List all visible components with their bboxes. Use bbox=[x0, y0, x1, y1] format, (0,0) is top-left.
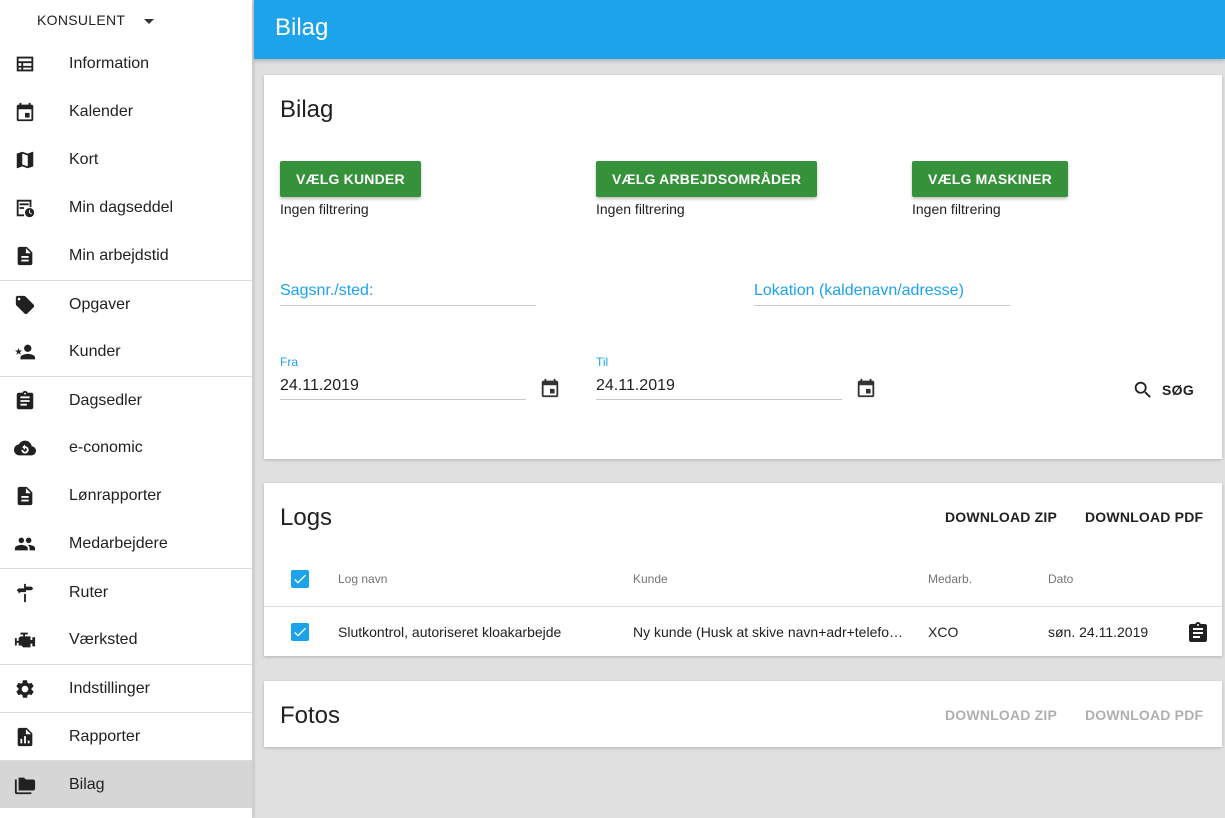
clipboard-icon bbox=[14, 390, 36, 412]
calendar-icon[interactable] bbox=[855, 377, 877, 399]
sidebar-item-label: Rapporter bbox=[69, 727, 141, 745]
search-button[interactable]: SØG bbox=[1132, 378, 1194, 402]
from-date-label: Fra bbox=[280, 355, 298, 369]
download-pdf-button[interactable]: DOWNLOAD PDF bbox=[1085, 707, 1203, 723]
select-work-areas-button[interactable]: VÆLG ARBEJDSOMRÅDER bbox=[596, 161, 818, 197]
calendar-icon[interactable] bbox=[539, 377, 561, 399]
from-date-value: 24.11.2019 bbox=[280, 377, 359, 394]
sidebar-item-label: Min arbejdstid bbox=[69, 247, 169, 264]
sidebar-item-label: Min dagseddel bbox=[69, 199, 174, 216]
sidebar-item-rapporter[interactable]: Rapporter bbox=[0, 712, 252, 760]
download-pdf-button[interactable]: DOWNLOAD PDF bbox=[1085, 509, 1203, 525]
select-customers-button[interactable]: VÆLG KUNDER bbox=[280, 161, 421, 197]
download-zip-button[interactable]: DOWNLOAD ZIP bbox=[945, 509, 1057, 525]
sidebar-item-label: Information bbox=[69, 55, 150, 72]
sidebar-item-medarbejdere[interactable]: Medarbejdere bbox=[0, 520, 252, 568]
select-all-checkbox[interactable] bbox=[291, 570, 309, 588]
sidebar-item-label: Lønrapporter bbox=[69, 487, 162, 504]
date-cell: søn. 24.11.2019 bbox=[1048, 624, 1149, 640]
sidebar-item-information[interactable]: Information bbox=[0, 40, 252, 88]
sidebar-item-label: Medarbejdere bbox=[69, 535, 168, 552]
from-date-field[interactable]: 24.11.2019 bbox=[280, 373, 526, 400]
case-number-label: Sagsnr./sted: bbox=[280, 282, 374, 299]
sidebar-item-label: Værksted bbox=[69, 631, 138, 648]
map-icon bbox=[14, 149, 36, 171]
check-icon bbox=[294, 627, 306, 637]
report-chart-icon bbox=[14, 726, 36, 748]
tags-icon bbox=[14, 294, 36, 316]
sidebar-item-min-dagseddel[interactable]: Min dagseddel bbox=[0, 184, 252, 232]
engine-icon bbox=[14, 629, 36, 651]
photos-card: Fotos DOWNLOAD ZIP DOWNLOAD PDF bbox=[264, 681, 1222, 747]
signpost-icon bbox=[14, 582, 36, 604]
sidebar-item-vaerksted[interactable]: Værksted bbox=[0, 616, 252, 664]
to-date-value: 24.11.2019 bbox=[596, 377, 675, 394]
sidebar-item-label: Opgaver bbox=[69, 295, 131, 313]
cloud-sync-icon bbox=[14, 437, 36, 459]
people-icon bbox=[14, 533, 36, 555]
calendar-icon bbox=[14, 101, 36, 123]
to-date-label: Til bbox=[596, 355, 609, 369]
sidebar-item-min-arbejdstid[interactable]: Min arbejdstid bbox=[0, 232, 252, 280]
sidebar-item-label: Kunder bbox=[69, 343, 121, 360]
customers-filter-status: Ingen filtrering bbox=[280, 201, 369, 217]
sidebar-item-label: e-conomic bbox=[69, 439, 143, 456]
sidebar-item-label: Kalender bbox=[69, 103, 134, 120]
role-selector[interactable]: KONSULENT bbox=[0, 0, 252, 40]
download-zip-button[interactable]: DOWNLOAD ZIP bbox=[945, 707, 1057, 723]
customer-cell: Ny kunde (Husk at skive navn+adr+telefo… bbox=[633, 624, 904, 640]
caret-down-icon bbox=[144, 18, 155, 24]
sidebar-item-e-conomic[interactable]: e-conomic bbox=[0, 424, 252, 472]
sidebar-item-label: Bilag bbox=[69, 775, 105, 793]
starred-person-icon bbox=[14, 341, 36, 363]
row-checkbox[interactable] bbox=[291, 623, 309, 641]
divider bbox=[264, 606, 1222, 607]
column-header-date[interactable]: Dato bbox=[1048, 572, 1073, 586]
search-icon bbox=[1134, 381, 1151, 398]
gear-icon bbox=[14, 678, 36, 700]
card-title: Bilag bbox=[280, 96, 334, 123]
column-header-log-name[interactable]: Log navn bbox=[338, 572, 387, 586]
search-button-label: SØG bbox=[1162, 382, 1195, 398]
folder-icon bbox=[14, 774, 36, 796]
logs-card: Logs DOWNLOAD ZIP DOWNLOAD PDF Log navn … bbox=[264, 483, 1222, 656]
document-icon bbox=[14, 485, 36, 507]
sidebar-item-label: Dagsedler bbox=[69, 391, 142, 409]
employee-cell: XCO bbox=[928, 624, 959, 640]
sidebar-item-kort[interactable]: Kort bbox=[0, 136, 252, 184]
sidebar-item-kalender[interactable]: Kalender bbox=[0, 88, 252, 136]
work-areas-filter-status: Ingen filtrering bbox=[596, 201, 685, 217]
log-name-cell: Slutkontrol, autoriseret kloakarbejde bbox=[338, 624, 562, 640]
case-number-field[interactable]: Sagsnr./sted: bbox=[280, 280, 536, 306]
sidebar-item-lonrapporter[interactable]: Lønrapporter bbox=[0, 472, 252, 520]
card-title: Logs bbox=[280, 504, 333, 531]
sidebar-item-dagsedler[interactable]: Dagsedler bbox=[0, 376, 252, 424]
column-header-customer[interactable]: Kunde bbox=[633, 572, 668, 586]
app-header: Bilag bbox=[254, 0, 1225, 59]
filter-card: Bilag VÆLG KUNDER Ingen filtrering VÆLG … bbox=[264, 75, 1222, 459]
sidebar-item-bilag[interactable]: Bilag bbox=[0, 760, 252, 808]
location-field[interactable]: Lokation (kaldenavn/adresse) bbox=[754, 280, 1010, 306]
sidebar-item-ruter[interactable]: Ruter bbox=[0, 568, 252, 616]
to-date-field[interactable]: 24.11.2019 bbox=[596, 373, 842, 400]
location-label: Lokation (kaldenavn/adresse) bbox=[754, 282, 964, 299]
view-list-icon bbox=[14, 53, 36, 75]
document-icon bbox=[14, 245, 36, 267]
timesheet-icon bbox=[14, 197, 36, 219]
column-header-employee[interactable]: Medarb. bbox=[928, 572, 972, 586]
sidebar-item-label: Ruter bbox=[69, 583, 109, 601]
sidebar-item-label: Kort bbox=[69, 151, 99, 168]
role-label: KONSULENT bbox=[37, 12, 126, 28]
select-machines-button[interactable]: VÆLG MASKINER bbox=[912, 161, 1068, 197]
sidebar-item-opgaver[interactable]: Opgaver bbox=[0, 280, 252, 328]
sidebar-item-kunder[interactable]: Kunder bbox=[0, 328, 252, 376]
card-title: Fotos bbox=[280, 702, 341, 729]
clipboard-icon[interactable] bbox=[1186, 621, 1210, 645]
sidebar-item-label: Indstillinger bbox=[69, 679, 150, 697]
page-title: Bilag bbox=[275, 14, 329, 41]
check-icon bbox=[294, 574, 306, 584]
machines-filter-status: Ingen filtrering bbox=[912, 201, 1001, 217]
sidebar: KONSULENT Information Kalender Kort Min … bbox=[0, 0, 253, 818]
sidebar-item-indstillinger[interactable]: Indstillinger bbox=[0, 664, 252, 712]
